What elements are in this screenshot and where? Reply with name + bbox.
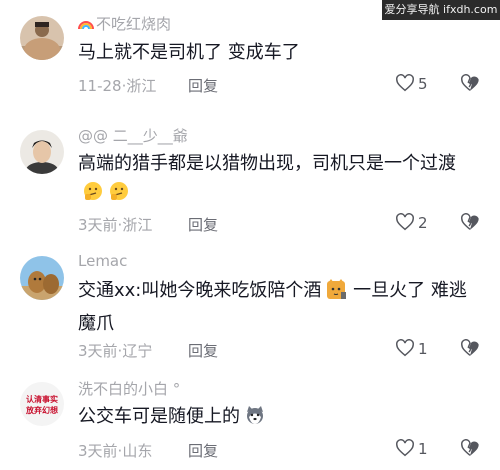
comment-meta: 3天前·辽宁: [78, 340, 152, 361]
rainbow-icon: [78, 16, 94, 30]
cat-face-icon: [325, 278, 347, 309]
comment-text: 公交车可是随便上的: [78, 402, 478, 435]
like-button[interactable]: [395, 213, 415, 235]
broken-heart-icon: [461, 74, 479, 91]
avatar[interactable]: [20, 130, 64, 174]
avatar[interactable]: 认清事实 放弃幻想: [20, 382, 64, 426]
thinking-face-icon: [82, 180, 104, 211]
username-label: 不吃红烧肉: [96, 15, 172, 33]
like-count: 1: [418, 340, 428, 358]
comment-text: 交通xx:叫她今晚来吃饭陪个酒 一旦火了 难逃魔爪: [78, 276, 478, 338]
comment-location: 辽宁: [122, 342, 153, 360]
comment-text-content: 交通xx:叫她今晚来吃饭陪个酒: [78, 280, 322, 301]
broken-heart-icon: [461, 339, 479, 356]
comment-username[interactable]: @@ 二__少__爺: [78, 125, 188, 146]
comment-meta: 3天前·山东: [78, 440, 152, 461]
comment-time: 11-28: [78, 77, 122, 95]
avatar-caption-line2: 放弃幻想: [25, 405, 58, 415]
comment-location: 浙江: [126, 77, 157, 95]
comment-time: 3天前: [78, 442, 118, 460]
reply-button[interactable]: 回复: [188, 440, 218, 461]
like-count: 1: [418, 440, 428, 458]
heart-outline-icon: [396, 213, 414, 231]
comment-location: 山东: [122, 442, 153, 460]
husky-face-icon: [244, 404, 266, 435]
broken-heart-icon: [461, 213, 479, 230]
broken-heart-icon: [461, 439, 479, 456]
heart-outline-icon: [396, 74, 414, 92]
like-count: 5: [418, 75, 428, 93]
comment-meta: 11-28·浙江: [78, 75, 156, 96]
comment-username[interactable]: 洗不白的小白 °: [78, 378, 180, 399]
comment-text-content: 公交车可是随便上的: [78, 406, 240, 427]
comment-username[interactable]: 不吃红烧肉: [78, 13, 171, 34]
comment-time: 3天前: [78, 342, 118, 360]
avatar-caption-line1: 认清事实: [26, 394, 58, 404]
comment-username[interactable]: Lemac: [78, 252, 127, 270]
thinking-face-icon: [108, 180, 130, 211]
like-button[interactable]: [395, 339, 415, 361]
dislike-button[interactable]: [460, 74, 480, 96]
site-watermark: 爱分享导航 ifxdh.com: [382, 0, 500, 20]
avatar[interactable]: [20, 256, 64, 300]
comment-meta: 3天前·浙江: [78, 214, 152, 235]
like-button[interactable]: [395, 74, 415, 96]
comment-text-content: 高端的猎手都是以猎物出现，司机只是一个过渡: [78, 153, 456, 174]
reply-button[interactable]: 回复: [188, 75, 218, 96]
comment-text: 马上就不是司机了 变成车了: [78, 42, 300, 63]
dislike-button[interactable]: [460, 213, 480, 235]
heart-outline-icon: [396, 339, 414, 357]
avatar[interactable]: [20, 16, 64, 60]
reply-button[interactable]: 回复: [188, 214, 218, 235]
dislike-button[interactable]: [460, 439, 480, 461]
dislike-button[interactable]: [460, 339, 480, 361]
comment-text: 高端的猎手都是以猎物出现，司机只是一个过渡: [78, 149, 478, 211]
like-count: 2: [418, 214, 428, 232]
heart-outline-icon: [396, 439, 414, 457]
reply-button[interactable]: 回复: [188, 340, 218, 361]
like-button[interactable]: [395, 439, 415, 461]
comment-location: 浙江: [122, 216, 153, 234]
comment-time: 3天前: [78, 216, 118, 234]
